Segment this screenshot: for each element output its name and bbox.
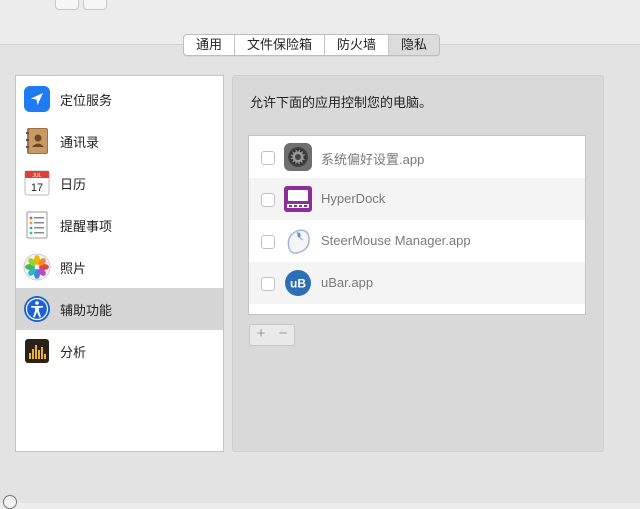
sidebar-item-label: 照片 <box>60 260 87 276</box>
hyperdock-icon <box>283 184 313 214</box>
sidebar-item-label: 分析 <box>60 344 87 360</box>
accessibility-icon <box>23 295 51 323</box>
contacts-book-icon <box>23 127 51 155</box>
app-checkbox[interactable] <box>261 193 275 207</box>
reminders-list-icon <box>23 211 51 239</box>
sidebar-item-contacts[interactable]: 通讯录 <box>16 120 223 162</box>
privacy-category-list: 定位服务 通讯录 JUL 17 日历 提醒事项 照片 辅助功能 分析 <box>15 75 224 452</box>
tab-general[interactable]: 通用 <box>184 35 236 55</box>
app-row-hyperdock[interactable]: HyperDock <box>249 178 585 220</box>
sidebar-item-accessibility[interactable]: 辅助功能 <box>16 288 223 330</box>
add-app-button[interactable]: + <box>249 324 273 346</box>
help-button[interactable] <box>3 495 17 509</box>
app-checkbox[interactable] <box>261 235 275 249</box>
tab-firewall[interactable]: 防火墙 <box>325 35 390 55</box>
remove-app-button[interactable]: − <box>272 324 295 346</box>
sidebar-item-label: 日历 <box>60 176 87 192</box>
ubar-icon-text: uB <box>290 277 306 291</box>
ubar-icon: uB <box>283 268 313 298</box>
forward-button[interactable] <box>83 0 107 10</box>
calendar-icon: JUL 17 <box>23 169 51 197</box>
tab-bar: 通用 文件保险箱 防火墙 隐私 <box>183 34 441 56</box>
window-top-strip <box>0 0 640 18</box>
sidebar-item-location-services[interactable]: 定位服务 <box>16 78 223 120</box>
app-label: 系统偏好设置.app <box>321 152 425 167</box>
tab-filevault[interactable]: 文件保险箱 <box>235 35 326 55</box>
app-checkbox[interactable] <box>261 277 275 291</box>
photos-flower-icon <box>23 253 51 281</box>
app-list: 系统偏好设置.app HyperDock SteerMouse Manager.… <box>248 135 586 315</box>
app-row-ubar[interactable]: uB uBar.app <box>249 262 585 304</box>
sidebar-item-label: 辅助功能 <box>60 302 113 318</box>
sidebar-item-label: 定位服务 <box>60 92 113 108</box>
analytics-icon <box>23 337 51 365</box>
sidebar-item-photos[interactable]: 照片 <box>16 246 223 288</box>
calendar-month-text: JUL <box>33 173 42 179</box>
sidebar-item-label: 提醒事项 <box>60 218 113 234</box>
sidebar-item-calendar[interactable]: JUL 17 日历 <box>16 162 223 204</box>
app-row-system-preferences[interactable]: 系统偏好设置.app <box>249 136 585 178</box>
system-preferences-gear-icon <box>283 142 313 172</box>
back-button[interactable] <box>55 0 79 10</box>
tab-privacy[interactable]: 隐私 <box>389 35 440 55</box>
app-label: HyperDock <box>321 191 386 206</box>
app-row-steermouse[interactable]: SteerMouse Manager.app <box>249 220 585 262</box>
calendar-day-text: 17 <box>31 182 43 194</box>
app-checkbox[interactable] <box>261 151 275 165</box>
location-arrow-icon <box>23 85 51 113</box>
app-label: SteerMouse Manager.app <box>321 233 471 248</box>
sidebar-item-reminders[interactable]: 提醒事项 <box>16 204 223 246</box>
allow-apps-label: 允许下面的应用控制您的电脑。 <box>250 95 433 110</box>
sidebar-item-label: 通讯录 <box>60 134 100 150</box>
sidebar-item-analytics[interactable]: 分析 <box>16 330 223 372</box>
app-label: uBar.app <box>321 275 374 290</box>
mouse-icon <box>283 226 313 256</box>
